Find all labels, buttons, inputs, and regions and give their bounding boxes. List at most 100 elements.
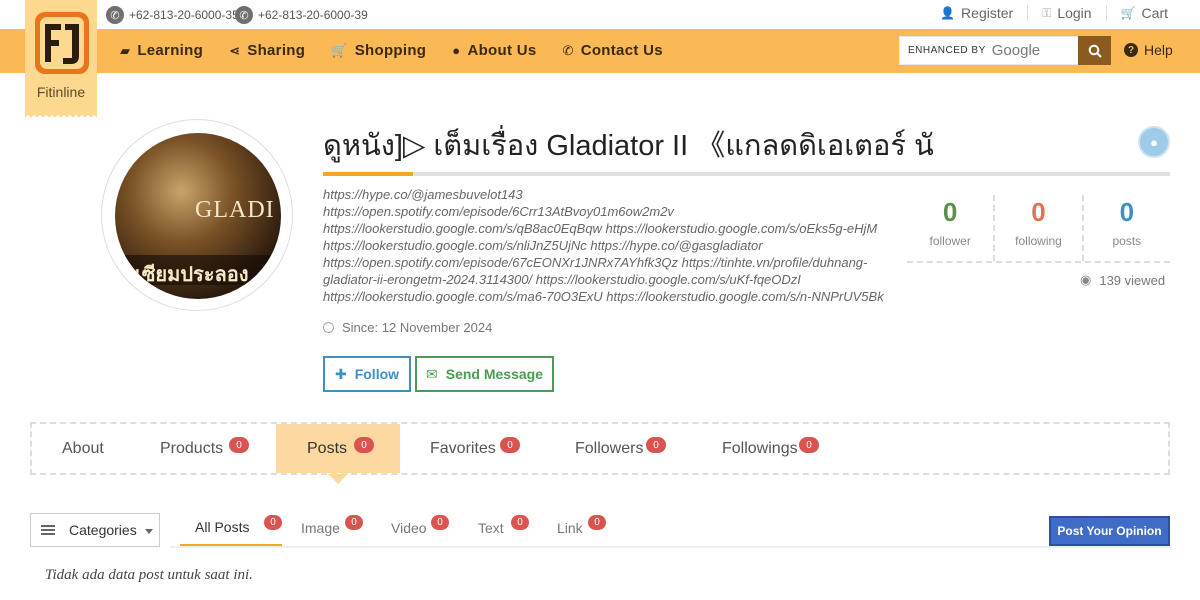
count-badge: 0 [431,515,449,530]
nav-label: About Us [467,42,537,59]
stat-label: follower [929,234,971,248]
tab-posts[interactable]: Posts 0 [276,424,400,473]
nav-contact-us[interactable]: ✆ Contact Us [563,42,663,59]
avatar-image: GLADI เซียมประลอง [115,133,281,299]
stat-value: 0 [1119,197,1135,227]
nav-shopping[interactable]: 🛒 Shopping [331,42,426,59]
stat-following[interactable]: 0 following [993,195,1081,261]
stat-value: 0 [942,197,958,227]
site-logo[interactable]: Fitinline [25,0,97,120]
logo-brand-text: Fitinline [36,84,86,100]
subtab-label: Link [557,520,583,536]
stat-label: posts [1112,234,1142,248]
register-link[interactable]: 👤 Register [926,5,1027,21]
bio-line[interactable]: https://lookerstudio.google.com/s/nliJnZ… [323,237,893,254]
title-underline [323,172,1170,176]
profile-bio: https://hype.co/@jamesbuvelot143 https:/… [323,186,893,305]
subtab-video[interactable]: Video 0 [376,510,459,546]
stat-posts[interactable]: 0 posts [1081,195,1170,261]
count-badge: 0 [511,515,529,530]
phone-number: +62-813-20-6000-35 [129,8,239,22]
user-avatar-icon[interactable]: ● [1138,126,1170,158]
categories-dropdown[interactable]: Categories [30,513,160,547]
view-count-text: 139 viewed [1099,272,1166,288]
follow-label: Follow [354,366,400,382]
follow-button[interactable]: ✚ Follow [323,356,411,392]
help-link[interactable]: ? Help [1124,42,1173,58]
subtab-label: Text [478,520,504,536]
google-wordmark: Google [991,42,1041,59]
post-your-opinion-button[interactable]: Post Your Opinion [1049,516,1170,546]
member-since: Since: 12 November 2024 [323,320,492,335]
tab-products[interactable]: Products 0 [160,424,249,473]
phone-contact-2[interactable]: ✆ +62-813-20-6000-39 [235,6,368,24]
tab-label: About [62,439,104,457]
subtab-label: Image [301,520,340,536]
bio-line[interactable]: https://open.spotify.com/episode/6Crr13A… [323,203,893,220]
phone-number: +62-813-20-6000-39 [258,8,368,22]
nav-label: Sharing [247,42,306,59]
cart-link[interactable]: 🛒 Cart [1105,5,1182,21]
logo-zigzag [25,114,97,120]
post-type-tabs: All Posts 0 Image 0 Video 0 Text 0 Link … [170,510,1170,548]
nav-menu: ▰ Learning ⋖ Sharing 🛒 Shopping ● About … [120,42,689,59]
account-links: 👤 Register ⚿ Login 🛒 Cart [926,5,1182,21]
subtab-link[interactable]: Link 0 [542,510,616,546]
subtab-label: Video [391,520,427,536]
cart-icon: 🛒 [1120,6,1136,20]
nav-label: Contact Us [580,42,663,59]
bio-line[interactable]: https://lookerstudio.google.com/s/ma6-70… [323,288,893,305]
phone-contact-1[interactable]: ✆ +62-813-20-6000-35 [106,6,239,24]
login-link[interactable]: ⚿ Login [1027,5,1105,21]
count-badge: 0 [799,437,819,453]
login-label: Login [1057,5,1092,21]
stat-label: following [1015,234,1062,248]
since-text: Since: 12 November 2024 [342,320,493,335]
caret-down-icon [145,529,153,534]
count-badge: 0 [646,437,666,453]
tab-followers[interactable]: Followers 0 [575,424,666,473]
help-icon: ? [1124,43,1138,57]
tab-favorites[interactable]: Favorites 0 [430,424,520,473]
plus-icon: ✚ [334,365,347,382]
fitinline-logo-icon [35,12,89,74]
subtab-image[interactable]: Image 0 [286,510,372,546]
avatar-poster-title: GLADI [195,197,275,223]
tab-label: Products [160,439,224,457]
bio-line[interactable]: https://open.spotify.com/episode/67cEONX… [323,254,893,271]
main-nav: ▰ Learning ⋖ Sharing 🛒 Shopping ● About … [0,29,1200,73]
avatar-poster-subtitle: เซียมประลอง [135,264,249,286]
profile-avatar: GLADI เซียมประลอง [101,119,293,311]
view-count: ◉ 139 viewed [1080,272,1165,288]
profile-stats: 0 follower 0 following 0 posts [907,195,1170,263]
empty-posts-message: Tidak ada data post untuk saat ini. [45,567,253,583]
profile-title: ดูหนัง]▷ เต็มเรื่อง Gladiator II 《แกลดดิ… [323,130,934,162]
count-badge: 0 [354,437,374,453]
tab-label: Followers [575,439,644,457]
bio-line[interactable]: gladiator-ii-erongetm-2024.3114300/ http… [323,271,893,288]
stat-value: 0 [1031,197,1046,227]
search-input[interactable]: ENHANCED BY Google [899,36,1111,65]
subtab-all-posts[interactable]: All Posts 0 [180,510,282,546]
subtab-text[interactable]: Text 0 [463,510,537,546]
search-button[interactable] [1078,36,1111,65]
search-enhanced-label: ENHANCED BY [908,45,986,56]
cart-label: Cart [1141,5,1168,21]
bio-line[interactable]: https://lookerstudio.google.com/s/qB8ac0… [323,220,893,237]
nav-learning[interactable]: ▰ Learning [120,42,203,59]
nav-about-us[interactable]: ● About Us [452,42,536,59]
nav-sharing[interactable]: ⋖ Sharing [229,42,305,59]
tab-followings[interactable]: Followings 0 [722,424,819,473]
whatsapp-icon: ✆ [106,6,124,24]
tab-about[interactable]: About [62,424,104,473]
count-badge: 0 [500,437,520,453]
send-message-button[interactable]: ✉ Send Message [415,356,554,392]
help-label: Help [1144,42,1173,58]
nav-label: Learning [137,42,204,59]
profile-tabs: About Products 0 Posts 0 Favorites 0 Fol… [30,422,1170,475]
tab-label: Followings [722,439,798,457]
subtab-label: All Posts [195,519,250,535]
tab-label: Favorites [430,439,496,457]
stat-follower[interactable]: 0 follower [907,195,993,261]
bio-line[interactable]: https://hype.co/@jamesbuvelot143 [323,186,893,203]
